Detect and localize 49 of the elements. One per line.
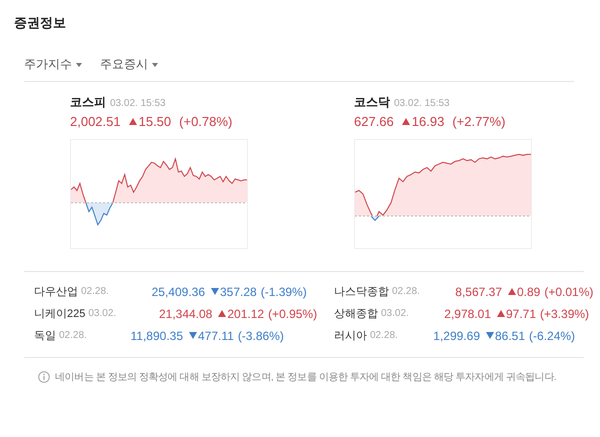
market-name[interactable]: 상해종합 — [334, 306, 378, 321]
market-value: 11,890.35 — [130, 328, 183, 342]
timestamp: 03.02. 15:53 — [110, 98, 166, 109]
market-value: 21,344.08 — [158, 306, 212, 320]
change-percent: (+0.78%) — [179, 114, 232, 129]
change-percent: (-1.39%) — [260, 284, 307, 298]
change-value: 477.11 — [198, 328, 234, 342]
market-date: 03.02. — [381, 308, 410, 319]
change-percent: (+0.95%) — [268, 306, 318, 320]
disclaimer-text: 네이버는 본 정보의 정확성에 대해 보장하지 않으며, 본 정보를 이용한 투자에 대한 책임은 해당 투자자에게 귀속됩니다. — [55, 371, 556, 384]
market-name[interactable]: 다우산업 — [34, 284, 78, 299]
market-value: 8,567.37 — [454, 284, 502, 298]
change-value: 201.12 — [227, 306, 264, 320]
change-percent: (-3.86%) — [238, 328, 284, 342]
change-percent: (+0.01%) — [544, 284, 594, 298]
change-value: 16.93 — [412, 114, 444, 129]
change-percent: (+2.77%) — [452, 114, 506, 129]
market-date: 03.02. — [88, 308, 118, 319]
section-title: 증권정보 — [14, 14, 67, 32]
loss-area — [370, 216, 380, 222]
change-value: 357.28 — [220, 284, 257, 298]
loss-area — [85, 202, 114, 226]
change-value: 15.50 — [138, 114, 172, 129]
market-name[interactable]: 러시아 — [334, 328, 367, 343]
market-value: 25,409.36 — [150, 284, 205, 298]
change-percent: (+3.39%) — [540, 306, 590, 320]
change-percent: (-6.24%) — [529, 328, 576, 342]
market-name[interactable]: 니케이225 — [34, 306, 86, 321]
dropdown-tab[interactable]: 주가지수 — [24, 56, 82, 73]
index-value: 2,002.51 — [70, 114, 121, 129]
change-value: 86.51 — [495, 328, 526, 342]
market-date: 02.28. — [59, 330, 88, 341]
dropdown-tab[interactable]: 주요증시 — [100, 56, 158, 73]
market-name[interactable]: 독일 — [34, 328, 56, 343]
change-value: 0.89 — [517, 284, 540, 298]
index-value: 627.66 — [354, 114, 394, 129]
market-name[interactable]: 나스닥종합 — [334, 284, 389, 299]
info-icon — [38, 371, 50, 383]
market-date: 02.28. — [81, 286, 110, 297]
index-name[interactable]: 코스닥 — [354, 94, 390, 111]
caret-icon — [152, 62, 158, 66]
index-name[interactable]: 코스피 — [70, 94, 106, 111]
market-value: 2,978.01 — [443, 306, 491, 320]
market-date: 02.28. — [370, 330, 399, 341]
change-value: 97.71 — [506, 306, 536, 320]
market-value: 1,299.69 — [432, 328, 480, 342]
caret-icon — [76, 62, 82, 66]
timestamp: 03.02. 15:53 — [394, 98, 450, 109]
market-date: 02.28. — [392, 286, 421, 297]
